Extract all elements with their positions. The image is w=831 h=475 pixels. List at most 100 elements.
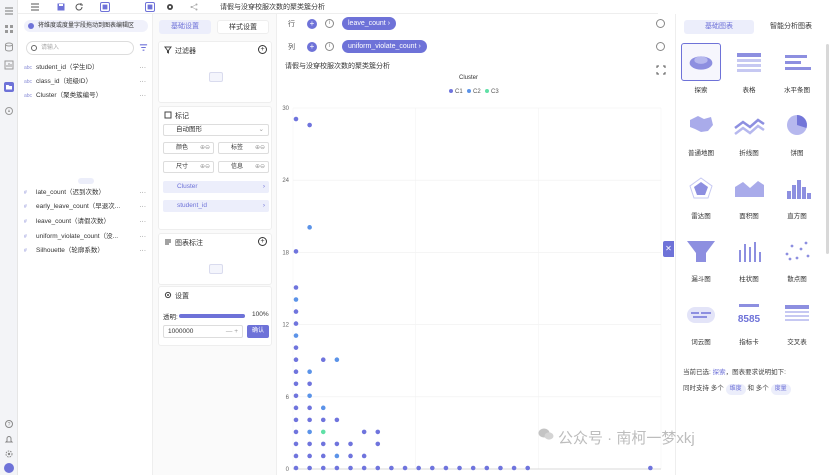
measure-field-row[interactable]: # early_leave_count（早退次... ···: [24, 200, 150, 214]
scatter-point[interactable]: [416, 465, 421, 471]
more-icon[interactable]: ···: [140, 89, 147, 103]
chart-type-scatter-chart[interactable]: 散点图: [776, 232, 818, 286]
field-sort-icon[interactable]: [139, 43, 148, 52]
row-limit-input[interactable]: 1000000 — +: [163, 325, 243, 338]
info-mark-chip[interactable]: 信息 ⊕⊖: [218, 161, 269, 173]
scatter-point[interactable]: [293, 333, 299, 338]
layout-icon[interactable]: [100, 2, 110, 12]
legend-label[interactable]: C1: [455, 89, 463, 95]
scatter-point[interactable]: [293, 249, 299, 254]
more-icon[interactable]: ···: [140, 61, 147, 75]
more-icon[interactable]: ···: [140, 230, 147, 244]
compass-icon[interactable]: [4, 106, 14, 116]
folder-icon[interactable]: [4, 82, 14, 92]
list-icon[interactable]: [30, 2, 40, 12]
tab-basic-settings[interactable]: 基础设置: [159, 20, 211, 34]
legend-label[interactable]: C2: [473, 89, 481, 95]
scatter-point[interactable]: [293, 417, 299, 423]
column-info-icon[interactable]: i: [325, 42, 334, 51]
scatter-point[interactable]: [511, 465, 517, 471]
scatter-point[interactable]: [361, 429, 367, 435]
opacity-slider[interactable]: [179, 314, 245, 318]
scatter-point[interactable]: [375, 465, 381, 471]
add-annotation-button[interactable]: +: [258, 237, 267, 246]
scatter-point[interactable]: [293, 441, 299, 447]
chart-type-line-chart[interactable]: 折线图: [728, 106, 770, 160]
chart-type-area-chart[interactable]: 面积图: [728, 169, 770, 223]
scatter-point[interactable]: [307, 225, 312, 230]
measure-field-row[interactable]: # uniform_violate_count（没... ···: [24, 230, 150, 244]
dimension-field-row[interactable]: abc student_id（学生ID） ···: [24, 61, 150, 75]
scatter-point[interactable]: [293, 345, 299, 350]
scatter-point[interactable]: [293, 357, 299, 363]
gear-icon[interactable]: [165, 2, 175, 12]
scatter-point[interactable]: [443, 465, 449, 471]
scatter-point[interactable]: [293, 465, 299, 471]
scatter-point[interactable]: [348, 453, 353, 459]
more-icon[interactable]: ···: [140, 215, 147, 229]
scatter-point[interactable]: [348, 441, 353, 447]
scatter-point[interactable]: [525, 465, 531, 471]
scatter-point[interactable]: [498, 465, 503, 471]
add-row-field-button[interactable]: +: [307, 19, 317, 29]
chart-type-crosstab-chart[interactable]: 交叉表: [776, 295, 818, 349]
scatter-point[interactable]: [320, 429, 326, 435]
scatter-point[interactable]: [293, 309, 299, 314]
chart-type-explore[interactable]: 探索: [680, 43, 722, 97]
add-filter-button[interactable]: +: [258, 45, 267, 54]
scatter-point[interactable]: [320, 417, 326, 423]
scatter-point[interactable]: [334, 417, 340, 423]
scatter-point[interactable]: [648, 465, 653, 471]
dimension-field-row[interactable]: abc Cluster（聚类簇编号） ···: [24, 89, 150, 103]
row-info-icon[interactable]: i: [325, 19, 334, 28]
chart-type-map-chart[interactable]: 普通地图: [680, 106, 722, 160]
scatter-point[interactable]: [402, 465, 408, 471]
scatter-point[interactable]: [429, 465, 435, 471]
scatter-point[interactable]: [307, 122, 312, 128]
tab-style-settings[interactable]: 样式设置: [217, 20, 269, 34]
scatter-point[interactable]: [293, 405, 299, 411]
scatter-point[interactable]: [320, 465, 326, 471]
scatter-point[interactable]: [293, 381, 299, 387]
more-icon[interactable]: ···: [140, 75, 147, 89]
panel-scrollbar[interactable]: [826, 44, 829, 254]
scatter-point[interactable]: [307, 393, 312, 399]
scatter-point[interactable]: [375, 429, 381, 435]
scatter-point[interactable]: [307, 429, 312, 435]
scatter-point[interactable]: [307, 417, 312, 423]
scatter-point[interactable]: [293, 116, 299, 122]
size-mark-chip[interactable]: 尺寸 ⊕⊖: [163, 161, 214, 173]
more-icon[interactable]: ···: [140, 200, 147, 214]
scatter-point[interactable]: [470, 465, 476, 471]
measure-field-row[interactable]: # late_count（迟到次数） ···: [24, 186, 150, 200]
avatar[interactable]: [4, 463, 14, 473]
scatter-point[interactable]: [293, 297, 299, 302]
scatter-point[interactable]: [307, 465, 312, 471]
more-icon[interactable]: ···: [140, 186, 147, 200]
fullscreen-icon[interactable]: [656, 65, 666, 75]
chart-type-table-chart[interactable]: 表格: [728, 43, 770, 97]
scatter-point[interactable]: [320, 453, 326, 459]
dimension-field-row[interactable]: abc class_id（班级ID） ···: [24, 75, 150, 89]
scatter-point[interactable]: [307, 369, 312, 375]
share-icon[interactable]: [189, 2, 199, 12]
mark-type-select[interactable]: 自动图形 ⌄: [163, 124, 269, 136]
scatter-point[interactable]: [293, 429, 299, 435]
confirm-button[interactable]: 确认: [247, 325, 269, 338]
add-column-field-button[interactable]: +: [307, 42, 317, 52]
save-icon[interactable]: [56, 2, 66, 12]
scatter-point[interactable]: [457, 465, 462, 471]
scatter-point[interactable]: [293, 285, 299, 290]
field-search-input[interactable]: 请输入: [26, 41, 134, 55]
dashboard-icon[interactable]: [4, 60, 14, 70]
refresh-icon[interactable]: [74, 2, 84, 12]
color-mark-chip[interactable]: 颜色 ⊕⊖: [163, 142, 214, 154]
scatter-point[interactable]: [320, 357, 326, 363]
measure-field-row[interactable]: # Silhouette（轮廓系数） ···: [24, 244, 150, 258]
tab-smart-charts[interactable]: 智能分析图表: [756, 20, 826, 34]
scatter-point[interactable]: [320, 441, 326, 447]
scatter-point[interactable]: [293, 369, 299, 375]
scatter-point[interactable]: [334, 357, 340, 363]
scatter-point[interactable]: [320, 405, 326, 411]
scatter-point[interactable]: [334, 453, 340, 459]
